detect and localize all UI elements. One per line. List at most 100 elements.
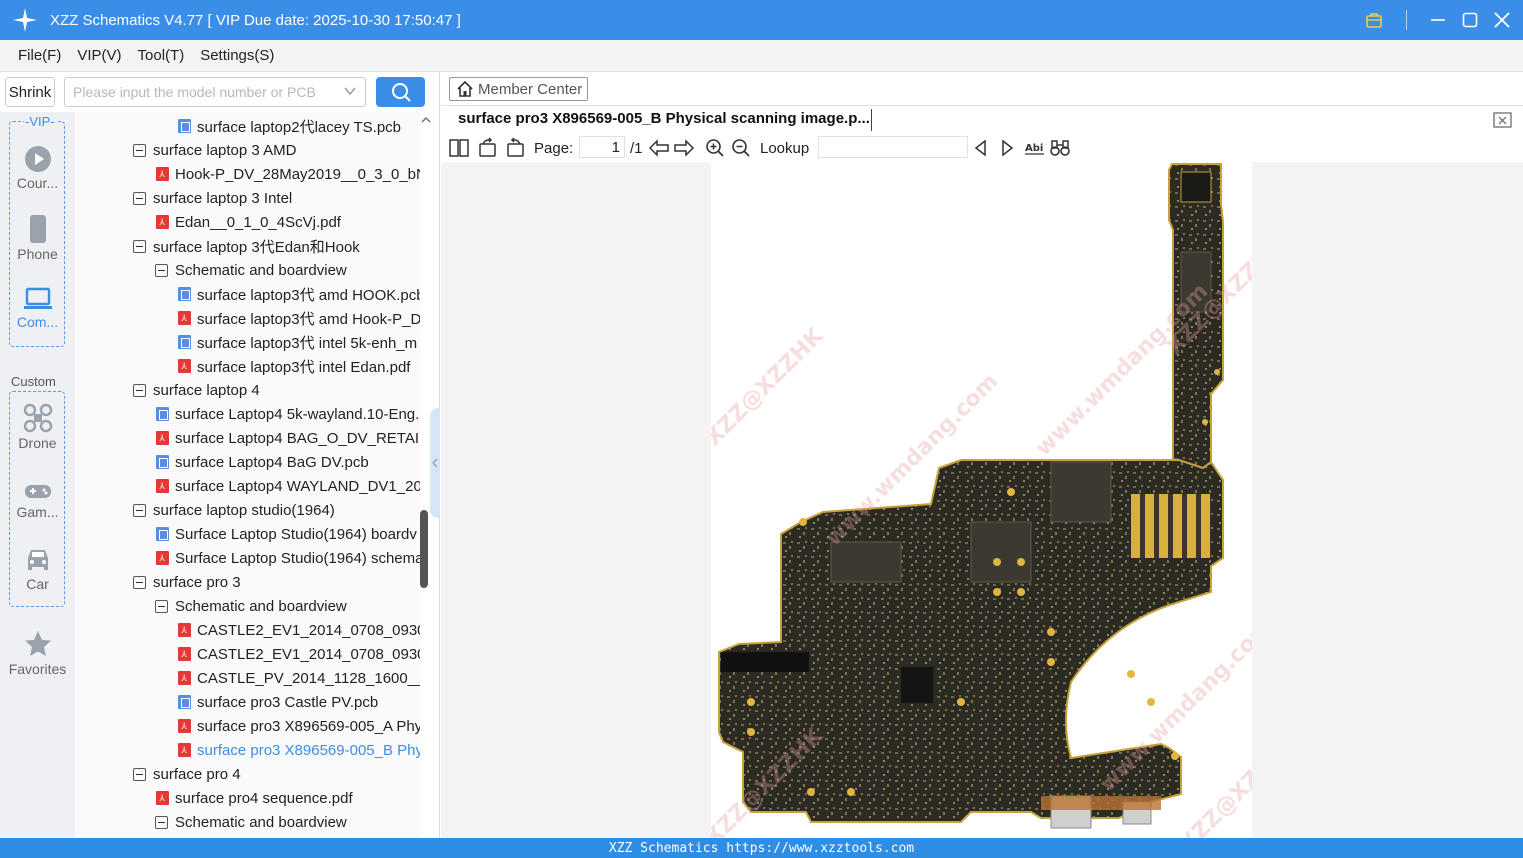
collapse-toggle-icon[interactable]: [155, 263, 168, 277]
find-all-button[interactable]: [1049, 134, 1071, 162]
tree-file-pcb[interactable]: surface laptop3代 amd HOOK.pcb: [177, 282, 420, 306]
find-next-button[interactable]: [999, 134, 1015, 162]
collapse-toggle-icon[interactable]: [133, 143, 146, 157]
pdf-file-icon: ⅄: [177, 743, 191, 757]
minimize-button[interactable]: [1427, 9, 1449, 31]
collapse-toggle-icon[interactable]: [133, 767, 146, 781]
search-input[interactable]: Please input the model number or PCB: [64, 77, 366, 107]
tree-file-pcb[interactable]: surface Laptop4 BaG DV.pcb: [155, 450, 369, 474]
tree-folder[interactable]: surface laptop 3 Intel: [133, 186, 292, 210]
tree-file-pdf[interactable]: ⅄ surface laptop3代 amd Hook-P_D: [177, 306, 420, 330]
close-button[interactable]: [1491, 9, 1513, 31]
zoom-out-button[interactable]: [731, 134, 751, 162]
menu-vip[interactable]: VIP(V): [77, 47, 121, 64]
tree-file-pcb[interactable]: surface laptop2代lacey TS.pcb: [177, 114, 401, 138]
shrink-button[interactable]: Shrink: [5, 77, 55, 107]
document-page[interactable]: XZZ@XZZHK www.wmdang.com www.wmdang.com …: [711, 162, 1252, 838]
tree-file-pdf[interactable]: ⅄ surface pro3 X896569-005_A Phys: [177, 714, 420, 738]
rotate-left-button[interactable]: [477, 134, 499, 162]
close-document-icon[interactable]: [1493, 111, 1513, 129]
tree-folder[interactable]: surface laptop studio(1964): [133, 498, 335, 522]
zoom-in-button[interactable]: [705, 134, 725, 162]
tree-item-label: surface Laptop4 BaG DV.pcb: [175, 453, 369, 471]
member-center-button[interactable]: Member Center: [449, 77, 588, 101]
vip-bag-icon[interactable]: [1363, 9, 1385, 31]
page-total: /1: [630, 139, 643, 157]
match-case-button[interactable]: Abi: [1024, 134, 1046, 162]
menu-file[interactable]: File(F): [18, 47, 61, 64]
tree-file-pdf[interactable]: ⅄ CASTLE2_EV1_2014_0708_0930__(: [177, 642, 420, 666]
tree-folder[interactable]: surface pro 4: [133, 762, 241, 786]
rail-item-car[interactable]: Car: [0, 546, 75, 592]
tree-folder[interactable]: Schematic and boardview: [155, 594, 347, 618]
tree-file-pdf[interactable]: ⅄ Surface Laptop Studio(1964) schema: [155, 546, 420, 570]
collapse-toggle-icon[interactable]: [155, 815, 168, 829]
tree-file-pdf[interactable]: ⅄ surface Laptop4 BAG_O_DV_RETAIL_: [155, 426, 420, 450]
arrow-right-icon: [674, 139, 695, 157]
tree-item-label: Surface Laptop Studio(1964) boardv: [175, 525, 417, 543]
rail-item-label: Car: [26, 576, 49, 592]
pdf-file-icon: ⅄: [155, 551, 169, 565]
tree-item-label: CASTLE2_EV1_2014_0708_0930__(: [197, 645, 420, 663]
scroll-up-icon[interactable]: [420, 114, 432, 126]
tree-file-pdf[interactable]: ⅄ surface Laptop4 WAYLAND_DV1_202: [155, 474, 420, 498]
tree-file-pdf[interactable]: ⅄ Edan__0_1_0_4ScVj.pdf: [155, 210, 341, 234]
menu-bar: File(F) VIP(V) Tool(T) Settings(S): [0, 40, 1523, 72]
tree-file-pdf[interactable]: ⅄ surface pro3 X896569-005_B Phys: [177, 738, 420, 762]
tree-file-pcb[interactable]: surface Laptop4 5k-wayland.10-Eng.: [155, 402, 419, 426]
pdf-file-icon: ⅄: [177, 719, 191, 733]
rail-item-phone[interactable]: Phone: [0, 214, 75, 262]
maximize-button[interactable]: [1459, 9, 1481, 31]
panel-collapse-handle[interactable]: [430, 408, 440, 518]
tree-folder[interactable]: surface laptop 3 AMD: [133, 138, 296, 162]
tree-file-pcb[interactable]: surface pro3 Castle PV.pcb: [177, 690, 378, 714]
tree-item-label: Edan__0_1_0_4ScVj.pdf: [175, 213, 341, 231]
tree-folder[interactable]: surface pro 3: [133, 570, 241, 594]
tree-item-label: surface laptop2代lacey TS.pcb: [197, 118, 402, 136]
svg-text:Abi: Abi: [1025, 143, 1043, 154]
collapse-toggle-icon[interactable]: [133, 383, 146, 397]
tree-scroll-thumb[interactable]: [420, 510, 428, 588]
tree-folder[interactable]: surface laptop 3代Edan和Hook: [133, 234, 360, 258]
document-tab[interactable]: surface pro3 X896569-005_B Physical scan…: [458, 110, 870, 127]
pdf-file-icon: ⅄: [177, 647, 191, 661]
page-number-input[interactable]: 1: [579, 136, 625, 158]
rail-item-drone[interactable]: Drone: [0, 403, 75, 451]
rail-item-computer[interactable]: Com...: [0, 286, 75, 330]
tree-file-pdf[interactable]: ⅄ CASTLE2_EV1_2014_0708_0930.pd: [177, 618, 420, 642]
rail-item-game[interactable]: Gam...: [0, 480, 75, 520]
document-viewer[interactable]: XZZ@XZZHK www.wmdang.com www.wmdang.com …: [441, 162, 1523, 838]
chevron-down-icon[interactable]: [343, 84, 357, 98]
find-prev-button[interactable]: [973, 134, 989, 162]
collapse-toggle-icon[interactable]: [155, 599, 168, 613]
tree-folder[interactable]: Schematic and boardview: [155, 258, 347, 282]
tree-folder[interactable]: surface laptop 4: [133, 378, 260, 402]
prev-page-button[interactable]: [648, 134, 670, 162]
tree-file-pcb[interactable]: Surface Laptop Studio(1964) boardv: [155, 522, 417, 546]
tree-file-pdf[interactable]: ⅄ CASTLE_PV_2014_1128_1600__0_(: [177, 666, 420, 690]
custom-group-label: Custom: [10, 374, 57, 389]
divider: [441, 105, 1523, 106]
rotate-right-button[interactable]: [504, 134, 526, 162]
collapse-toggle-icon[interactable]: [133, 503, 146, 517]
collapse-toggle-icon[interactable]: [133, 239, 146, 253]
pdf-file-icon: ⅄: [155, 431, 169, 445]
rail-item-favorites[interactable]: Favorites: [0, 629, 75, 677]
two-page-button[interactable]: [448, 134, 470, 162]
category-rail: -VIP- Custom Cour... Phone Com... Drone …: [0, 112, 75, 838]
tree-file-pcb[interactable]: surface laptop3代 intel 5k-enh_m: [177, 330, 417, 354]
rail-item-courses[interactable]: Cour...: [0, 145, 75, 191]
tree-folder[interactable]: Schematic and boardview: [155, 810, 347, 834]
tree-file-pdf[interactable]: ⅄ surface pro4 sequence.pdf: [155, 786, 353, 810]
chevron-left-icon: [432, 458, 438, 468]
tree-file-pdf[interactable]: ⅄ surface laptop3代 intel Edan.pdf: [177, 354, 410, 378]
collapse-toggle-icon[interactable]: [133, 191, 146, 205]
pcb-board-image: XZZ@XZZHK www.wmdang.com www.wmdang.com …: [711, 163, 1252, 838]
collapse-toggle-icon[interactable]: [133, 575, 146, 589]
menu-settings[interactable]: Settings(S): [200, 47, 274, 64]
lookup-input[interactable]: [818, 136, 968, 158]
next-page-button[interactable]: [673, 134, 695, 162]
menu-tool[interactable]: Tool(T): [138, 47, 185, 64]
tree-file-pdf[interactable]: ⅄ Hook-P_DV_28May2019__0_3_0_bNi: [155, 162, 420, 186]
search-button[interactable]: [376, 77, 425, 107]
